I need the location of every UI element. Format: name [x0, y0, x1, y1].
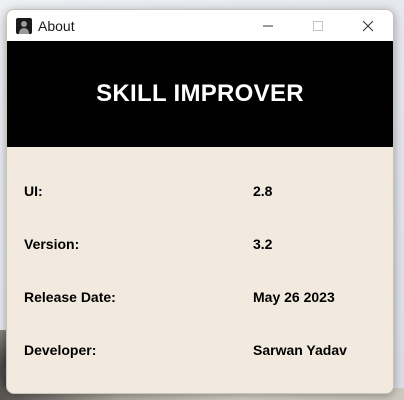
info-panel: UI: 2.8 Version: 3.2 Release Date: May 2… — [7, 147, 393, 392]
info-value: Sarwan Yadav — [253, 342, 347, 358]
close-button[interactable] — [343, 10, 393, 41]
info-label: Release Date: — [24, 289, 116, 305]
title-bar[interactable]: About — [7, 10, 393, 41]
info-label: UI: — [24, 183, 43, 199]
info-value: 3.2 — [253, 236, 273, 252]
info-row-ui: UI: 2.8 — [7, 183, 393, 203]
minimize-button[interactable] — [243, 10, 293, 41]
about-window: About SKILL IMPROVER UI: 2.8 Version: 3.… — [6, 9, 394, 394]
info-row-developer: Developer: Sarwan Yadav — [7, 342, 393, 362]
info-row-release-date: Release Date: May 26 2023 — [7, 289, 393, 309]
maximize-icon — [313, 20, 323, 31]
minimize-icon — [263, 25, 273, 26]
info-value: 2.8 — [253, 183, 273, 199]
info-value: May 26 2023 — [253, 289, 335, 305]
maximize-button[interactable] — [293, 10, 343, 41]
window-title: About — [38, 17, 75, 34]
info-label: Developer: — [24, 342, 97, 358]
app-title: SKILL IMPROVER — [96, 80, 304, 107]
close-icon — [362, 20, 374, 31]
info-label: Version: — [24, 236, 80, 252]
info-row-version: Version: 3.2 — [7, 236, 393, 256]
app-header-banner: SKILL IMPROVER — [7, 41, 393, 147]
window-controls — [243, 10, 393, 41]
app-avatar-icon — [16, 17, 32, 34]
